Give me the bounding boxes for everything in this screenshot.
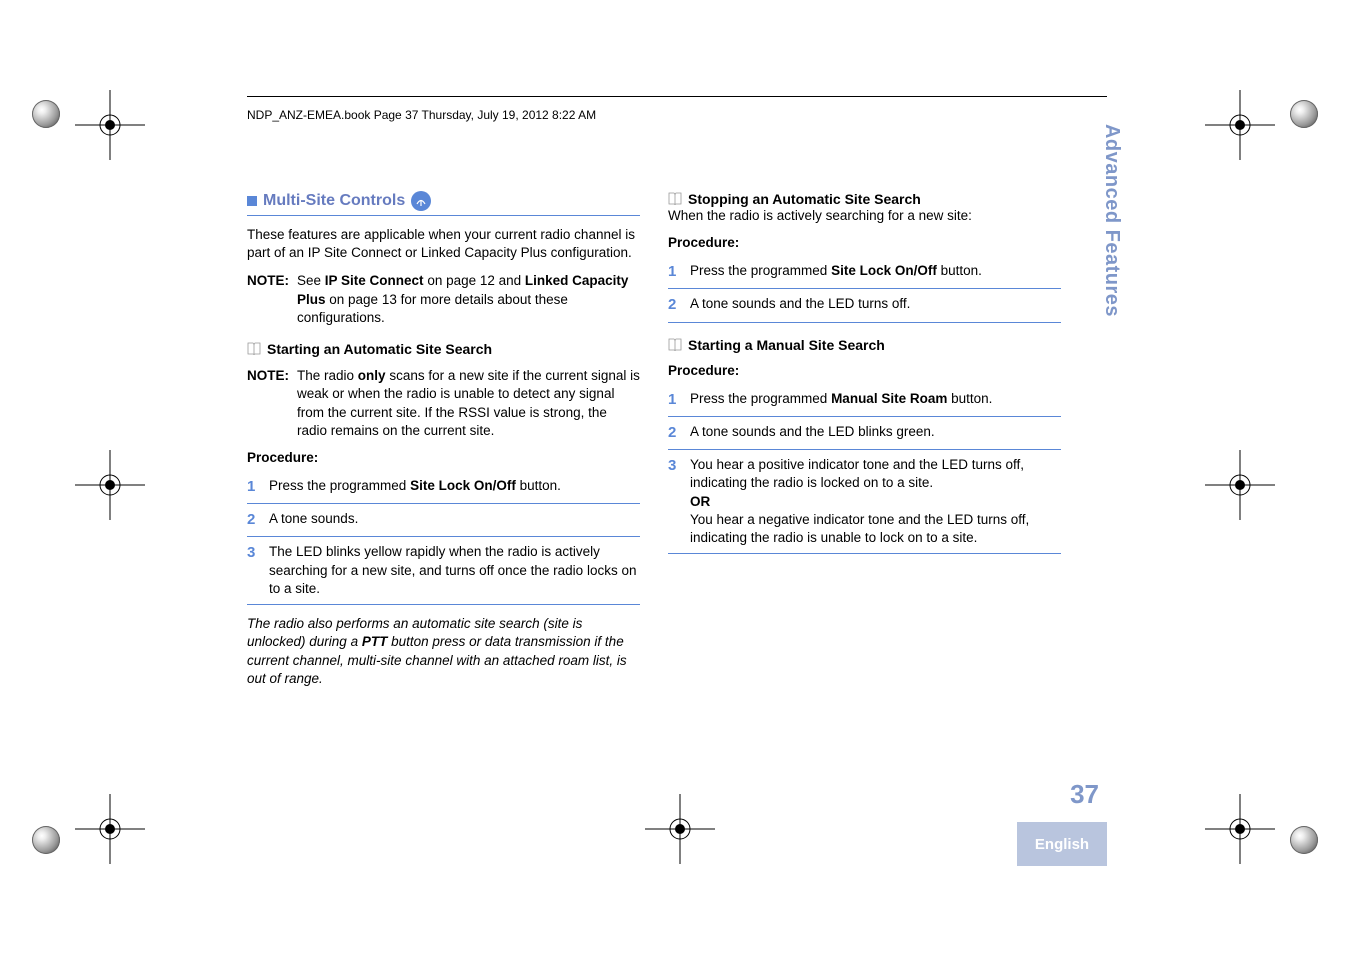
step-text: Press the programmed Manual Site Roam bu… bbox=[690, 390, 1061, 410]
intro-text: These features are applicable when your … bbox=[247, 226, 640, 262]
subheading-title: Stopping an Automatic Site Search bbox=[688, 191, 921, 207]
procedure-step: 2 A tone sounds and the LED blinks green… bbox=[668, 417, 1061, 449]
procedure-label: Procedure: bbox=[668, 363, 1061, 378]
manual-icon bbox=[668, 338, 682, 352]
context-text: When the radio is actively searching for… bbox=[668, 207, 1061, 225]
section-bullet-icon bbox=[247, 196, 257, 206]
print-bead-icon bbox=[1290, 100, 1318, 128]
footnote-text: The radio also performs an automatic sit… bbox=[247, 615, 640, 688]
antenna-icon bbox=[411, 191, 431, 211]
procedure-step: 1 Press the programmed Site Lock On/Off … bbox=[247, 471, 640, 503]
manual-icon bbox=[668, 192, 682, 206]
registration-mark-icon bbox=[75, 90, 145, 160]
procedure-step: 1 Press the programmed Site Lock On/Off … bbox=[668, 256, 1061, 288]
step-number: 3 bbox=[668, 456, 680, 547]
print-bead-icon bbox=[32, 100, 60, 128]
header-rule bbox=[247, 96, 1107, 97]
subheading-title: Starting an Automatic Site Search bbox=[267, 341, 492, 357]
note-text: See IP Site Connect on page 12 and Linke… bbox=[297, 272, 640, 327]
print-bead-icon bbox=[1290, 826, 1318, 854]
section-rule bbox=[247, 215, 640, 216]
step-number: 2 bbox=[247, 510, 259, 530]
step-text: A tone sounds. bbox=[269, 510, 640, 530]
note-text: The radio only scans for a new site if t… bbox=[297, 367, 640, 440]
procedure-step: 3 The LED blinks yellow rapidly when the… bbox=[247, 537, 640, 604]
step-number: 2 bbox=[668, 423, 680, 443]
print-bead-icon bbox=[32, 826, 60, 854]
section-title: Multi-Site Controls bbox=[263, 192, 405, 210]
registration-mark-icon bbox=[1205, 794, 1275, 864]
step-text: A tone sounds and the LED turns off. bbox=[690, 295, 1061, 315]
document-header: NDP_ANZ-EMEA.book Page 37 Thursday, July… bbox=[247, 108, 596, 122]
section-heading: Multi-Site Controls bbox=[247, 191, 640, 211]
step-number: 1 bbox=[247, 477, 259, 497]
step-rule bbox=[668, 553, 1061, 554]
registration-mark-icon bbox=[1205, 450, 1275, 520]
step-text: A tone sounds and the LED blinks green. bbox=[690, 423, 1061, 443]
step-number: 1 bbox=[668, 390, 680, 410]
procedure-step: 2 A tone sounds. bbox=[247, 504, 640, 536]
procedure-label: Procedure: bbox=[668, 235, 1061, 250]
procedure-step: 1 Press the programmed Manual Site Roam … bbox=[668, 384, 1061, 416]
note-label: NOTE: bbox=[247, 272, 289, 327]
step-text: Press the programmed Site Lock On/Off bu… bbox=[269, 477, 640, 497]
step-text: Press the programmed Site Lock On/Off bu… bbox=[690, 262, 1061, 282]
subheading-title: Starting a Manual Site Search bbox=[688, 337, 885, 353]
step-number: 1 bbox=[668, 262, 680, 282]
subheading: Starting an Automatic Site Search bbox=[247, 341, 640, 357]
procedure-step: 2 A tone sounds and the LED turns off. bbox=[668, 289, 1061, 321]
step-rule bbox=[247, 604, 640, 605]
language-tab: English bbox=[1017, 822, 1107, 866]
step-number: 2 bbox=[668, 295, 680, 315]
note-block: NOTE: See IP Site Connect on page 12 and… bbox=[247, 272, 640, 327]
note-label: NOTE: bbox=[247, 367, 289, 440]
procedure-step: 3 You hear a positive indicator tone and… bbox=[668, 450, 1061, 553]
page-number: 37 bbox=[1070, 779, 1099, 810]
procedure-label: Procedure: bbox=[247, 450, 640, 465]
subheading: Starting a Manual Site Search bbox=[668, 337, 1061, 353]
step-number: 3 bbox=[247, 543, 259, 598]
step-text: The LED blinks yellow rapidly when the r… bbox=[269, 543, 640, 598]
chapter-tab: Advanced Features bbox=[1100, 124, 1123, 317]
registration-mark-icon bbox=[1205, 90, 1275, 160]
manual-icon bbox=[247, 342, 261, 356]
registration-mark-icon bbox=[75, 450, 145, 520]
step-rule bbox=[668, 322, 1061, 323]
subheading: Stopping an Automatic Site Search bbox=[668, 191, 1061, 207]
step-text: You hear a positive indicator tone and t… bbox=[690, 456, 1061, 547]
registration-mark-icon bbox=[75, 794, 145, 864]
note-block: NOTE: The radio only scans for a new sit… bbox=[247, 367, 640, 440]
